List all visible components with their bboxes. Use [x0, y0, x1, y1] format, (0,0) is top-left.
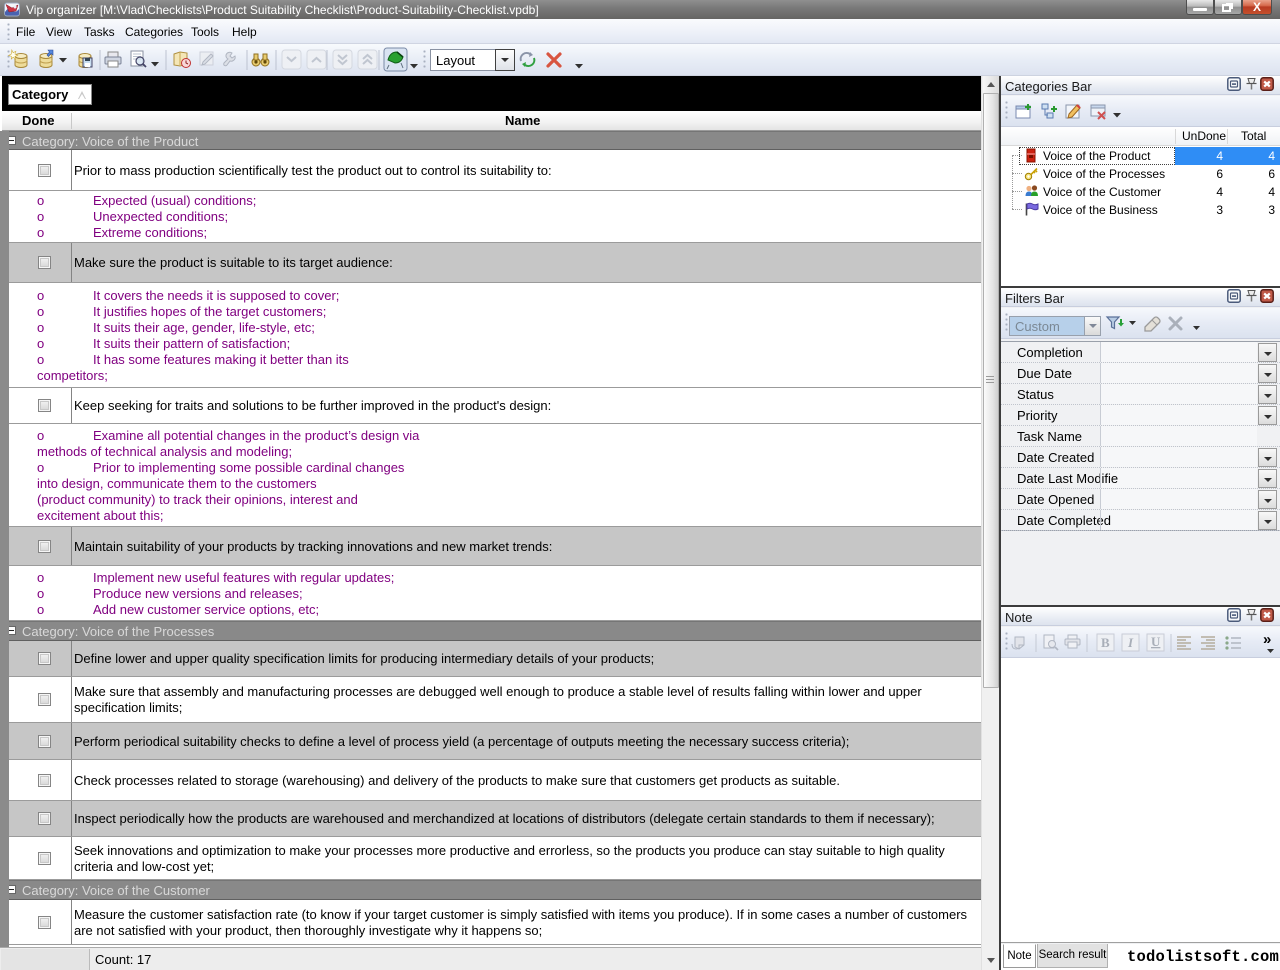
svg-text:U: U — [1151, 634, 1161, 649]
svg-text:»: » — [1263, 631, 1271, 648]
svg-text:B: B — [1101, 635, 1110, 650]
svg-text:I: I — [1127, 635, 1134, 650]
